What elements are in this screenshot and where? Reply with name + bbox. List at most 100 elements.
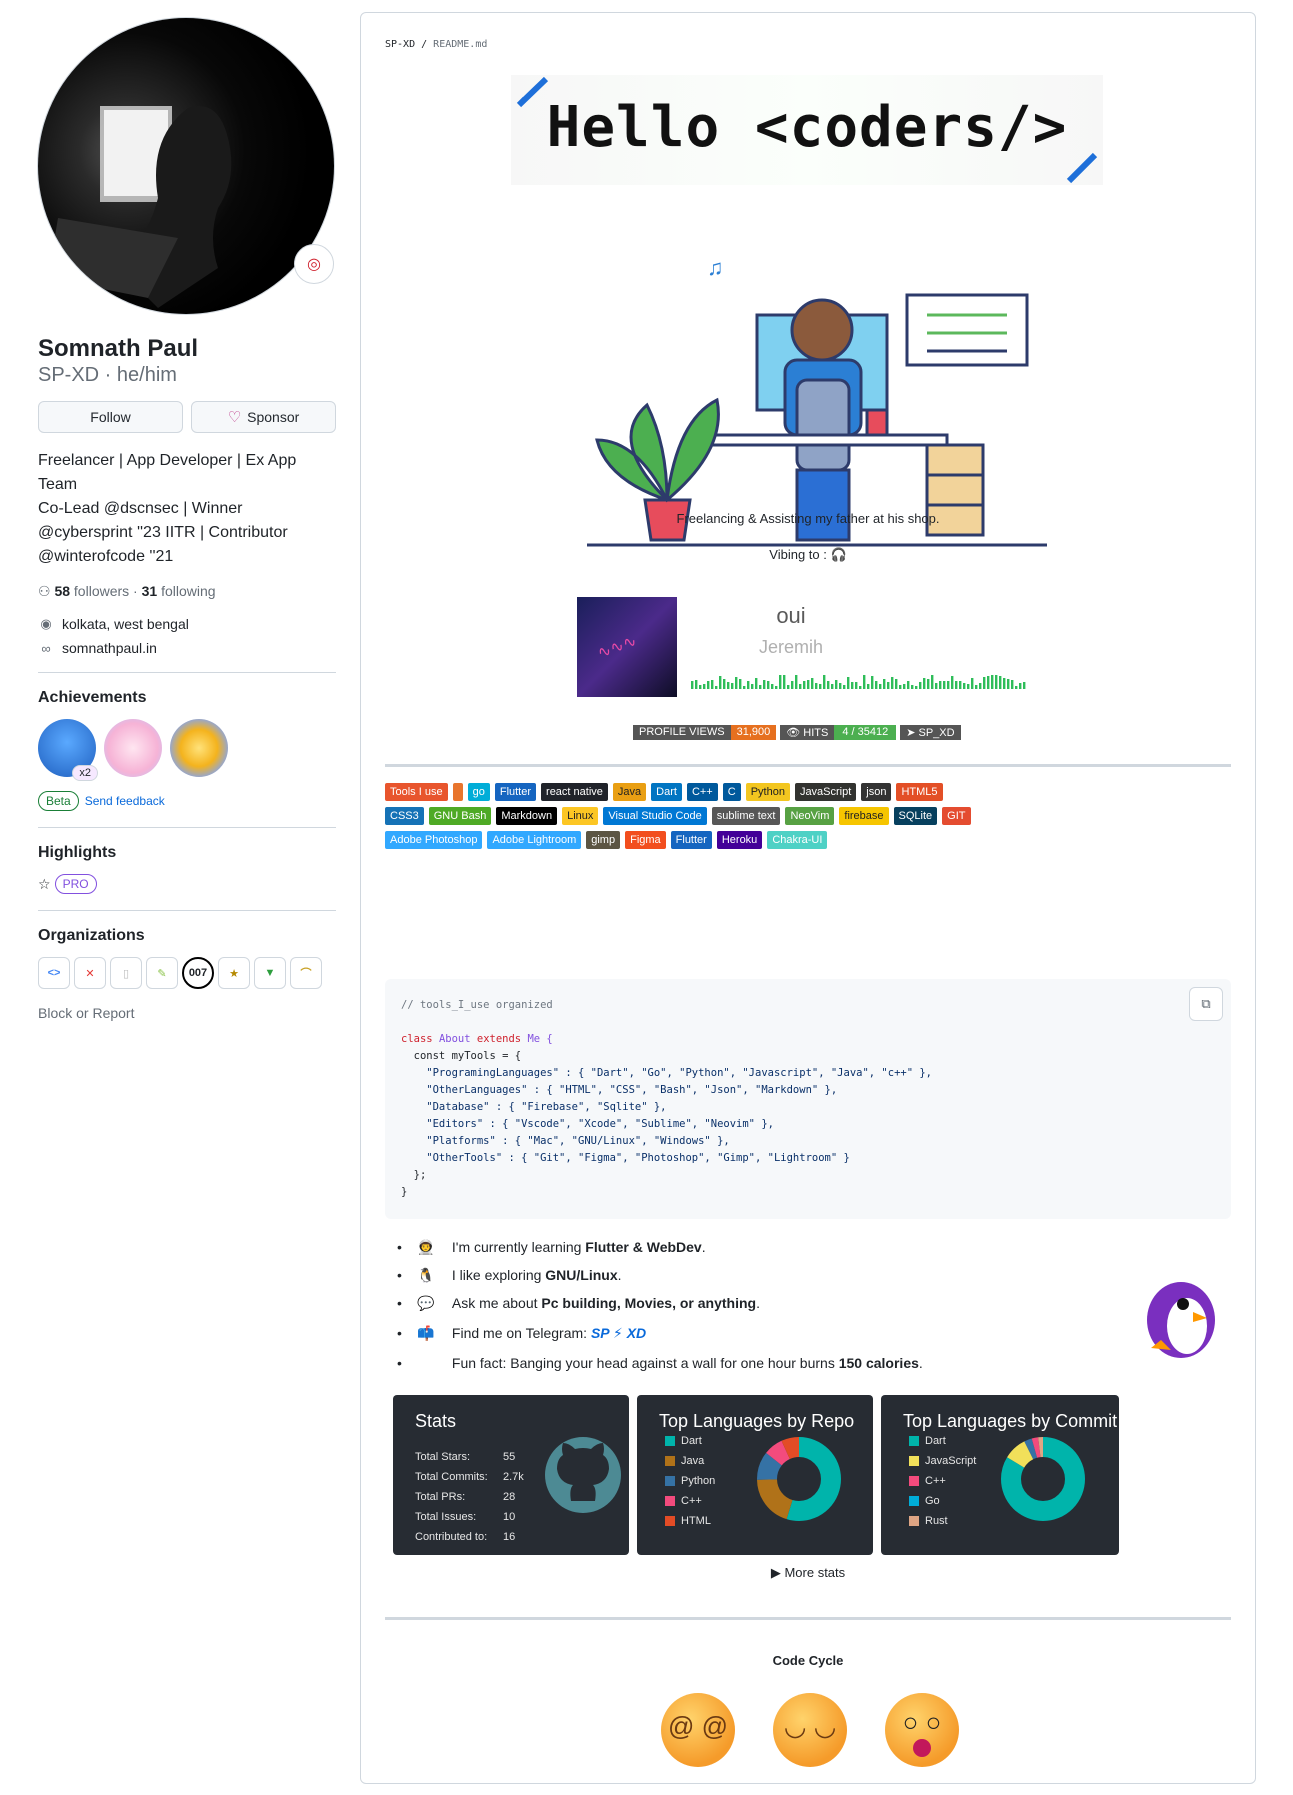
tool-badge[interactable]: JavaScript: [794, 783, 857, 801]
organizations-title: Organizations: [38, 927, 145, 944]
block-report-link[interactable]: Block or Report: [38, 1005, 336, 1021]
equalizer-bar: [987, 676, 990, 689]
tool-badge[interactable]: [452, 783, 463, 801]
tool-badge[interactable]: Chakra-UI: [767, 831, 828, 849]
equalizer-bar: [883, 679, 886, 689]
top-langs-repo-card: Top Languages by Repo Dart Java Python C++ H…: [637, 1395, 873, 1555]
tool-badge[interactable]: Python: [745, 783, 790, 801]
location-icon: ◉: [40, 616, 52, 631]
copy-icon[interactable]: ⧉: [1189, 987, 1223, 1021]
following-count[interactable]: 31: [142, 583, 158, 599]
tool-badge[interactable]: SQLite: [893, 807, 938, 825]
tool-badge[interactable]: Java: [612, 783, 647, 801]
link-icon: ∞: [41, 640, 51, 656]
tool-badge[interactable]: Heroku: [716, 831, 763, 849]
website-link[interactable]: somnathpaul.in: [62, 640, 157, 656]
tool-badge[interactable]: Adobe Photoshop: [385, 831, 483, 849]
language-swatch: [909, 1496, 919, 1506]
equalizer-bar: [703, 684, 706, 689]
tool-badge[interactable]: sublime text: [711, 807, 781, 825]
profile-views-badge[interactable]: PROFILE VIEWS 31,900: [633, 725, 777, 740]
stat-value: 10: [503, 1511, 516, 1523]
equalizer-bar: [799, 684, 802, 689]
heart-icon: ♡: [227, 409, 242, 426]
status-target-icon[interactable]: ◎: [294, 244, 334, 284]
tool-badge[interactable]: react native: [541, 783, 608, 801]
divider: [385, 1617, 1231, 1620]
tool-badge[interactable]: NeoVim: [785, 807, 835, 825]
tool-badge[interactable]: go: [467, 783, 490, 801]
tool-badge[interactable]: HTML5: [896, 783, 943, 801]
achievement-quickdraw-badge[interactable]: [170, 719, 228, 777]
pro-badge[interactable]: PRO: [54, 874, 97, 894]
langs-commit-donut: [1001, 1437, 1085, 1521]
equalizer-bar: [935, 683, 938, 689]
path-file: README.md: [433, 39, 488, 50]
tool-badge[interactable]: json: [861, 783, 892, 801]
list-item: 📫Find me on Telegram: SP ⚡ XD: [397, 1317, 923, 1349]
avatar-photo: [48, 106, 232, 308]
equalizer-bar: [751, 684, 754, 689]
equalizer-bar: [903, 684, 906, 689]
tool-badge[interactable]: Visual Studio Code: [603, 807, 707, 825]
audio-equalizer: [691, 675, 1026, 689]
achievements-list: x2: [38, 719, 336, 781]
language-name: Go: [925, 1495, 940, 1507]
album-art-scribble: ∿∿∿: [595, 632, 640, 663]
language-legend-item: Go: [909, 1491, 976, 1511]
equalizer-bar: [735, 677, 738, 689]
sponsor-button[interactable]: ♡ Sponsor: [191, 401, 336, 433]
avatar[interactable]: [38, 18, 334, 314]
follow-counts: ⚇ 58 followers · 31 following: [38, 583, 216, 599]
tool-badge[interactable]: Tools I use: [385, 783, 448, 801]
tool-badge[interactable]: Flutter: [670, 831, 712, 849]
language-name: C++: [925, 1475, 946, 1487]
tool-badge[interactable]: Figma: [625, 831, 666, 849]
language-legend-item: HTML: [665, 1511, 715, 1531]
more-stats-toggle[interactable]: ▶ More stats: [361, 1565, 1255, 1581]
equalizer-bar: [951, 676, 954, 689]
tool-badge[interactable]: Adobe Lightroom: [487, 831, 582, 849]
equalizer-bar: [995, 675, 998, 689]
tool-badge[interactable]: GNU Bash: [428, 807, 492, 825]
tool-badge[interactable]: Linux: [562, 807, 599, 825]
achievements-title: Achievements: [38, 689, 147, 706]
hits-value: 4 / 35412: [834, 725, 897, 740]
path-owner[interactable]: SP-XD: [385, 39, 415, 50]
language-name: Dart: [681, 1435, 702, 1447]
org-phone-icon[interactable]: ▯: [110, 957, 142, 989]
send-feedback-link[interactable]: Send feedback: [85, 794, 165, 808]
tool-badge[interactable]: GIT: [942, 807, 971, 825]
tool-badge[interactable]: C++: [686, 783, 718, 801]
tool-badge[interactable]: CSS3: [385, 807, 424, 825]
tool-badge[interactable]: C: [722, 783, 741, 801]
telegram-badge[interactable]: ➤ SP_XD: [900, 725, 961, 740]
language-swatch: [665, 1516, 675, 1526]
equalizer-bar: [979, 683, 982, 689]
bio-line: Freelancer | App Developer | Ex App Team: [38, 452, 297, 493]
org-shirt-icon[interactable]: ▼: [254, 957, 286, 989]
achievement-shark-badge[interactable]: x2: [38, 719, 98, 781]
followers-count[interactable]: 58: [54, 583, 70, 599]
org-cross-icon[interactable]: ✕: [74, 957, 106, 989]
chat-icon: 💬: [417, 1294, 435, 1311]
org-leaf-icon[interactable]: ✎: [146, 957, 178, 989]
tool-badge[interactable]: Markdown: [496, 807, 558, 825]
achievement-yolo-badge[interactable]: [104, 719, 162, 777]
tool-badge[interactable]: gimp: [586, 831, 621, 849]
views-value: 31,900: [730, 725, 777, 740]
hits-badge[interactable]: 👁 HITS 4 / 35412: [780, 725, 897, 740]
telegram-link[interactable]: SP ⚡ XD: [591, 1325, 646, 1342]
followers-label[interactable]: followers: [74, 583, 129, 599]
album-art[interactable]: ∿∿∿: [577, 597, 677, 697]
tool-badge[interactable]: firebase: [839, 807, 889, 825]
tool-badge[interactable]: Dart: [651, 783, 682, 801]
follow-button[interactable]: Follow: [38, 401, 183, 433]
org-fingerprint-icon[interactable]: ⌒: [290, 957, 322, 989]
org-dsc-icon[interactable]: <>: [38, 957, 70, 989]
org-payless-icon[interactable]: ★: [218, 957, 250, 989]
org-007-icon[interactable]: 007: [182, 957, 214, 989]
tool-badge[interactable]: Flutter: [494, 783, 537, 801]
language-legend-item: Dart: [909, 1431, 976, 1451]
following-label[interactable]: following: [161, 583, 215, 599]
